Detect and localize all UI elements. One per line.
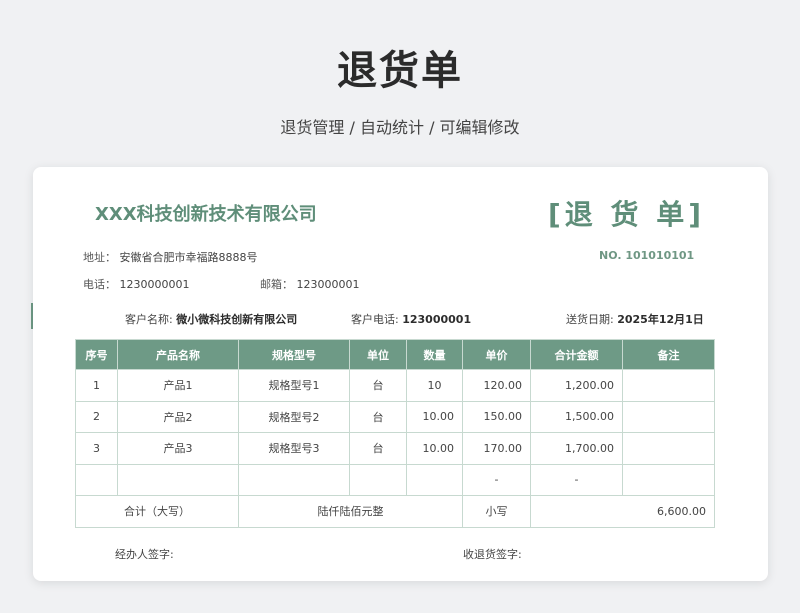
cell-no[interactable]: 1: [75, 369, 118, 402]
postcode-line: 邮箱： 123000001: [260, 276, 360, 292]
table-row: 1 产品1 规格型号1 台 10 120.00 1,200.00: [75, 369, 715, 402]
cell-amount[interactable]: -: [530, 463, 623, 496]
address-label: 地址：: [83, 251, 116, 264]
address-value[interactable]: 安徽省合肥市幸福路8888号: [120, 251, 258, 264]
column-header: 规格型号: [238, 339, 350, 370]
cell-price[interactable]: 120.00: [462, 369, 531, 402]
column-header: 数量: [406, 339, 463, 370]
cell-spec[interactable]: 规格型号3: [238, 432, 350, 465]
cell-note[interactable]: [622, 369, 715, 402]
items-table: 序号 产品名称 规格型号 单位 数量 单价 合计金额 备注 1 产品1 规格型号…: [75, 339, 715, 528]
cell-spec[interactable]: 规格型号1: [238, 369, 350, 402]
cell-name[interactable]: 产品2: [117, 400, 239, 433]
return-form-card: XXX科技创新技术有限公司 [退 货 单] NO. 101010101 地址： …: [33, 167, 768, 581]
page-title: 退货单: [337, 48, 463, 94]
cell-no[interactable]: 3: [75, 432, 118, 465]
receiver-signature[interactable]: 收退货签字:: [463, 546, 522, 562]
cell-note[interactable]: [622, 463, 715, 496]
delivery-date-label: 送货日期:: [566, 313, 614, 326]
document-title: [退 货 单]: [548, 198, 706, 231]
document-number: NO. 101010101: [599, 249, 695, 262]
total-upper-label: 合计（大写）: [75, 495, 239, 528]
cell-qty[interactable]: 10: [406, 369, 463, 402]
cell-spec[interactable]: 规格型号2: [238, 400, 350, 433]
postcode-value[interactable]: 123000001: [297, 278, 360, 291]
cell-amount[interactable]: 1,500.00: [530, 400, 623, 433]
handler-signature[interactable]: 经办人签字:: [115, 546, 174, 562]
cell-qty[interactable]: [406, 463, 463, 496]
cell-price[interactable]: 150.00: [462, 400, 531, 433]
total-lower-label: 小写: [462, 495, 531, 528]
postcode-label: 邮箱：: [260, 278, 293, 291]
column-header: 产品名称: [117, 339, 239, 370]
cell-amount[interactable]: 1,200.00: [530, 369, 623, 402]
delivery-date-value[interactable]: 2025年12月1日: [617, 313, 704, 326]
column-header: 单位: [349, 339, 407, 370]
customer-name-label: 客户名称:: [125, 313, 173, 326]
cell-spec[interactable]: [238, 463, 350, 496]
cell-qty[interactable]: 10.00: [406, 432, 463, 465]
cell-note[interactable]: [622, 400, 715, 433]
table-row: 3 产品3 规格型号3 台 10.00 170.00 1,700.00: [75, 432, 715, 465]
cell-price[interactable]: 170.00: [462, 432, 531, 465]
column-header: 备注: [622, 339, 715, 370]
cell-unit[interactable]: 台: [349, 369, 407, 402]
cell-unit[interactable]: [349, 463, 407, 496]
column-header: 单价: [462, 339, 531, 370]
cell-name[interactable]: 产品3: [117, 432, 239, 465]
cell-amount[interactable]: 1,700.00: [530, 432, 623, 465]
table-header-row: 序号 产品名称 规格型号 单位 数量 单价 合计金额 备注: [75, 339, 715, 370]
cell-qty[interactable]: 10.00: [406, 400, 463, 433]
cell-unit[interactable]: 台: [349, 400, 407, 433]
phone-value[interactable]: 1230000001: [120, 278, 190, 291]
cell-unit[interactable]: 台: [349, 432, 407, 465]
customer-phone-label: 客户电话:: [351, 313, 399, 326]
total-upper-value[interactable]: 陆仟陆佰元整: [238, 495, 463, 528]
company-name: XXX科技创新技术有限公司: [95, 204, 317, 225]
customer-name-field: 客户名称: 微小微科技创新有限公司: [125, 311, 297, 327]
column-header: 合计金额: [530, 339, 623, 370]
cell-price[interactable]: -: [462, 463, 531, 496]
cell-note[interactable]: [622, 432, 715, 465]
column-header: 序号: [75, 339, 118, 370]
page-subtitle: 退货管理 / 自动统计 / 可编辑修改: [280, 118, 520, 137]
address-line: 地址： 安徽省合肥市幸福路8888号: [83, 249, 258, 265]
customer-phone-value[interactable]: 123000001: [402, 313, 471, 326]
phone-label: 电话：: [83, 278, 116, 291]
cell-no[interactable]: 2: [75, 400, 118, 433]
total-lower-value[interactable]: 6,600.00: [530, 495, 715, 528]
cell-name[interactable]: [117, 463, 239, 496]
phone-line: 电话： 1230000001: [83, 276, 190, 292]
cell-name[interactable]: 产品1: [117, 369, 239, 402]
customer-name-value[interactable]: 微小微科技创新有限公司: [176, 313, 297, 326]
table-row: 2 产品2 规格型号2 台 10.00 150.00 1,500.00: [75, 400, 715, 433]
delivery-date-field: 送货日期: 2025年12月1日: [566, 311, 704, 327]
customer-phone-field: 客户电话: 123000001: [351, 311, 471, 327]
cell-no[interactable]: [75, 463, 118, 496]
total-row: 合计（大写） 陆仟陆佰元整 小写 6,600.00: [75, 495, 715, 528]
table-row: - -: [75, 463, 715, 496]
